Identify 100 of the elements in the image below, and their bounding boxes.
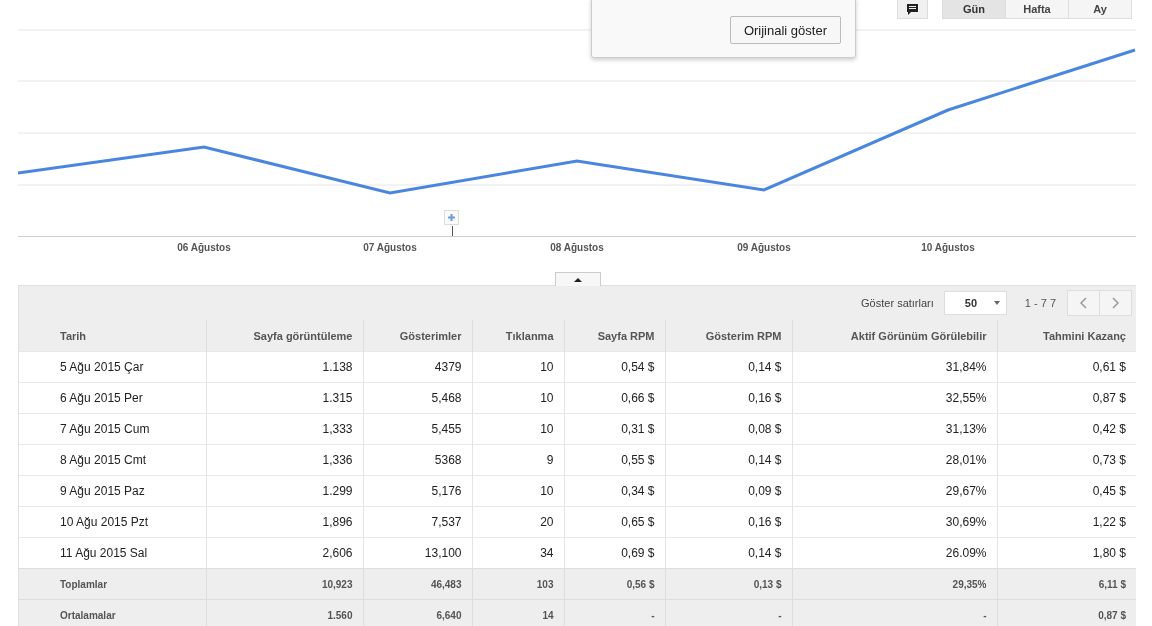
table-cell: 10 — [472, 382, 564, 414]
table-cell: 0,45 $ — [997, 475, 1136, 507]
table-cell: 28,01% — [792, 444, 997, 476]
table-cell: 10 — [472, 413, 564, 445]
comment-button[interactable] — [897, 0, 928, 19]
collapse-tab[interactable] — [555, 272, 601, 286]
table-cell: 5368 — [363, 444, 472, 476]
table-cell: 1,896 — [206, 506, 363, 538]
axis-label: 08 Ağustos — [550, 242, 604, 253]
table-cell: 1,333 — [206, 413, 363, 445]
totals-cell: 10,923 — [206, 568, 363, 600]
table-cell: 0,14 $ — [665, 444, 792, 476]
period-toggle[interactable]: Hafta — [1005, 0, 1069, 19]
table-cell: 0,66 $ — [564, 382, 665, 414]
table-cell: 2,606 — [206, 537, 363, 569]
table-cell: 34 — [472, 537, 564, 569]
table-cell: 0,08 $ — [665, 413, 792, 445]
table-cell: 1,336 — [206, 444, 363, 476]
axis-label: 07 Ağustos — [363, 242, 417, 253]
table-cell: 1.315 — [206, 382, 363, 414]
table-cell: 10 — [472, 475, 564, 507]
table-cell: 13,100 — [363, 537, 472, 569]
table-cell: 7,537 — [363, 506, 472, 538]
table-cell: 11 Ağu 2015 Sal — [19, 537, 206, 569]
table-cell: 30,69% — [792, 506, 997, 538]
averages-cell: 0,87 $ — [997, 599, 1136, 626]
chevron-left-icon — [1080, 297, 1087, 309]
column-header[interactable]: Gösterim RPM — [665, 320, 792, 352]
rows-label: Göster satırları — [861, 297, 934, 309]
column-header[interactable]: Sayfa RPM — [564, 320, 665, 352]
totals-cell: 0,56 $ — [564, 568, 665, 600]
totals-cell: 6,11 $ — [997, 568, 1136, 600]
table-cell: 8 Ağu 2015 Cmt — [19, 444, 206, 476]
column-header[interactable]: Gösterimler — [363, 320, 472, 352]
totals-cell: 46,483 — [363, 568, 472, 600]
column-header[interactable]: Tarih — [19, 320, 206, 352]
averages-cell: - — [665, 599, 792, 626]
averages-cell: 14 — [472, 599, 564, 626]
table-cell: 1,22 $ — [997, 506, 1136, 538]
table-cell: 5,468 — [363, 382, 472, 414]
table-cell: 31,13% — [792, 413, 997, 445]
averages-cell: 1.560 — [206, 599, 363, 626]
table-cell: 32,55% — [792, 382, 997, 414]
table-cell: 29,67% — [792, 475, 997, 507]
totals-cell: 29,35% — [792, 568, 997, 600]
table-cell: 0,61 $ — [997, 351, 1136, 383]
table-cell: 0,54 $ — [564, 351, 665, 383]
next-page-button[interactable] — [1099, 290, 1132, 316]
averages-cell: - — [564, 599, 665, 626]
chevron-right-icon — [1112, 297, 1119, 309]
table-cell: 0,14 $ — [665, 537, 792, 569]
axis-label: 10 Ağustos — [921, 242, 975, 253]
table-cell: 31,84% — [792, 351, 997, 383]
table-cell: 0,42 $ — [997, 413, 1136, 445]
table-cell: 10 Ağu 2015 Pzt — [19, 506, 206, 538]
rows-dropdown[interactable]: 50 — [943, 291, 1007, 315]
column-header[interactable]: Tıklanma — [472, 320, 564, 352]
page-range: 1 - 7 7 — [1024, 297, 1056, 309]
table-cell: 0,87 $ — [997, 382, 1136, 414]
table-cell: 20 — [472, 506, 564, 538]
table-cell: 6 Ağu 2015 Per — [19, 382, 206, 414]
table-cell: 0,65 $ — [564, 506, 665, 538]
table-cell: 5 Ağu 2015 Çar — [19, 351, 206, 383]
table-cell: 1.299 — [206, 475, 363, 507]
table-cell: 0,14 $ — [665, 351, 792, 383]
table-cell: 10 — [472, 351, 564, 383]
column-header[interactable]: Aktif Görünüm Görülebilir — [792, 320, 997, 352]
axis-label: 06 Ağustos — [177, 242, 231, 253]
averages-cell: Ortalamalar — [19, 599, 206, 626]
previous-page-button[interactable] — [1067, 290, 1100, 316]
table-cell: 5,455 — [363, 413, 472, 445]
table-cell: 7 Ağu 2015 Cum — [19, 413, 206, 445]
column-header[interactable]: Tahmini Kazanç — [997, 320, 1136, 352]
caret-up-icon — [574, 277, 582, 282]
table-cell: 0,16 $ — [665, 382, 792, 414]
averages-cell: 6,640 — [363, 599, 472, 626]
period-toggle[interactable]: Gün — [942, 0, 1006, 19]
table-cell: 0,09 $ — [665, 475, 792, 507]
table-cell: 0,34 $ — [564, 475, 665, 507]
table-cell: 0,73 $ — [997, 444, 1136, 476]
table-cell: 4379 — [363, 351, 472, 383]
axis-label: 09 Ağustos — [737, 242, 791, 253]
comment-icon — [906, 2, 919, 16]
caret-icon — [993, 301, 1000, 305]
averages-cell: - — [792, 599, 997, 626]
show-original-button[interactable]: Orijinali göster — [729, 16, 841, 44]
table-cell: 26.09% — [792, 537, 997, 569]
totals-cell: 103 — [472, 568, 564, 600]
table-cell: 0,31 $ — [564, 413, 665, 445]
column-header[interactable]: Sayfa görüntüleme — [206, 320, 363, 352]
plus-icon — [448, 214, 455, 221]
period-toggle[interactable]: Ay — [1068, 0, 1132, 19]
annotation-marker[interactable] — [444, 210, 459, 225]
table-cell: 9 — [472, 444, 564, 476]
table-cell: 1,80 $ — [997, 537, 1136, 569]
table-cell: 0,16 $ — [665, 506, 792, 538]
table-cell: 9 Ağu 2015 Paz — [19, 475, 206, 507]
totals-cell: Toplamlar — [19, 568, 206, 600]
table-cell: 0,55 $ — [564, 444, 665, 476]
table-cell: 0,69 $ — [564, 537, 665, 569]
